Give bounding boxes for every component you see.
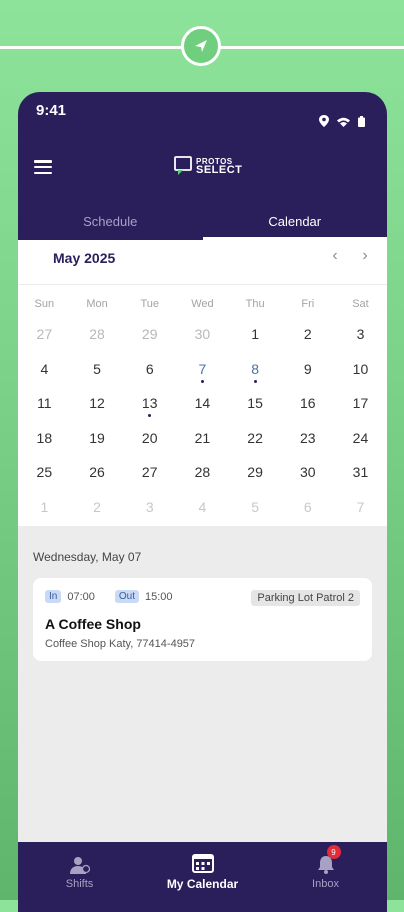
nav-shifts[interactable]: Shifts xyxy=(18,842,141,900)
calendar-week: 11 12 13 14 15 16 17 xyxy=(18,393,387,428)
logo-line-2: SELECT xyxy=(196,164,243,176)
inbox-badge: 9 xyxy=(326,845,341,859)
calendar-day[interactable]: 27 xyxy=(18,324,71,359)
month-nav: ‹ › xyxy=(325,246,375,266)
calendar-day[interactable]: 16 xyxy=(281,393,334,428)
calendar-day[interactable]: 30 xyxy=(176,324,229,359)
calendar-day[interactable]: 23 xyxy=(281,428,334,463)
calendar-day-with-event[interactable]: 7 xyxy=(176,359,229,394)
calendar-day[interactable]: 1 xyxy=(229,324,282,359)
status-time: 9:41 xyxy=(36,102,67,119)
hamburger-menu-icon[interactable] xyxy=(34,160,52,174)
app-header: PROTOS SELECT xyxy=(18,144,387,194)
weekday-label: Mon xyxy=(86,298,108,310)
shift-times: In 07:00 Out 15:00 xyxy=(45,590,173,603)
battery-icon xyxy=(358,114,365,132)
calendar-day[interactable]: 27 xyxy=(123,462,176,497)
in-tag: In xyxy=(45,590,62,603)
calendar-week: 4 5 6 7 8 9 10 xyxy=(18,359,387,394)
send-icon xyxy=(181,26,221,66)
agenda-date: Wednesday, May 07 xyxy=(33,550,142,564)
calendar-day[interactable]: 9 xyxy=(281,359,334,394)
weekday-header: Sun Mon Tue Wed Thu Fri Sat xyxy=(18,298,387,310)
event-dot xyxy=(200,379,204,383)
post-chip: Parking Lot Patrol 2 xyxy=(251,590,360,606)
calendar-grid: 27 28 29 30 1 2 3 4 5 6 7 8 9 10 11 12 1… xyxy=(18,324,387,531)
calendar-day[interactable]: 25 xyxy=(18,462,71,497)
day-number: 8 xyxy=(251,360,259,377)
weekday-label: Sun xyxy=(34,298,55,310)
calendar-day[interactable]: 21 xyxy=(176,428,229,463)
calendar-day[interactable]: 10 xyxy=(334,359,387,394)
tab-schedule[interactable]: Schedule xyxy=(18,204,203,240)
bottom-nav: Shifts My Calendar 9 Inbox xyxy=(18,842,387,900)
logo-mark-icon xyxy=(174,156,192,175)
event-dot xyxy=(253,379,257,383)
shift-card[interactable]: In 07:00 Out 15:00 Parking Lot Patrol 2 … xyxy=(33,578,372,661)
in-time: 07:00 xyxy=(67,590,95,603)
nav-inbox[interactable]: 9 Inbox xyxy=(264,842,387,900)
calendar-day[interactable]: 15 xyxy=(229,393,282,428)
calendar-day[interactable]: 5 xyxy=(71,359,124,394)
event-dot xyxy=(148,414,152,417)
calendar-day[interactable]: 24 xyxy=(334,428,387,463)
calendar-day[interactable]: 2 xyxy=(281,324,334,359)
calendar-week: 18 19 20 21 22 23 24 xyxy=(18,428,387,463)
nav-label: My Calendar xyxy=(166,877,239,891)
chevron-left-icon[interactable]: ‹ xyxy=(325,246,345,266)
bell-icon: 9 xyxy=(317,845,341,874)
weekday-label: Thu xyxy=(245,298,265,310)
tab-calendar[interactable]: Calendar xyxy=(202,204,388,240)
calendar-day[interactable]: 26 xyxy=(71,462,124,497)
calendar-week: 27 28 29 30 1 2 3 xyxy=(18,324,387,359)
month-title: May 2025 xyxy=(53,250,116,266)
day-number: 13 xyxy=(141,395,158,411)
brand-logo: PROTOS SELECT xyxy=(174,156,242,176)
calendar-day[interactable]: 22 xyxy=(229,428,282,463)
calendar-day[interactable]: 11 xyxy=(18,393,71,428)
calendar-day[interactable]: 30 xyxy=(281,462,334,497)
status-bar: 9:41 xyxy=(18,92,387,132)
calendar-day[interactable]: 12 xyxy=(71,393,124,428)
calendar-header: May 2025 ‹ › xyxy=(18,240,387,285)
weekday-label: Fri xyxy=(301,298,315,310)
site-address: Coffee Shop Katy, 77414-4957 xyxy=(45,638,196,650)
calendar-day[interactable]: 6 xyxy=(123,359,176,394)
calendar-day-with-event[interactable]: 8 xyxy=(229,359,282,394)
calendar-day[interactable]: 4 xyxy=(18,359,71,394)
calendar-day[interactable]: 29 xyxy=(229,462,282,497)
calendar-day[interactable]: 19 xyxy=(71,428,124,463)
site-name: A Coffee Shop xyxy=(45,616,141,632)
weekday-label: Wed xyxy=(191,298,214,310)
view-tabs: Schedule Calendar xyxy=(18,204,387,240)
calendar-week: 25 26 27 28 29 30 31 xyxy=(18,462,387,497)
calendar-day[interactable]: 29 xyxy=(123,324,176,359)
month-calendar: May 2025 ‹ › Sun Mon Tue Wed Thu Fri Sat… xyxy=(18,240,387,526)
nav-label: Inbox xyxy=(312,878,339,890)
calendar-day[interactable]: 17 xyxy=(334,393,387,428)
out-tag: Out xyxy=(114,590,139,603)
calendar-day[interactable]: 20 xyxy=(123,428,176,463)
chevron-right-icon[interactable]: › xyxy=(355,246,375,266)
location-icon xyxy=(319,114,329,132)
calendar-day[interactable]: 14 xyxy=(176,393,229,428)
shifts-icon xyxy=(69,852,90,874)
calendar-day[interactable]: 3 xyxy=(334,324,387,359)
day-number: 7 xyxy=(198,360,207,377)
calendar-day[interactable]: 31 xyxy=(334,462,387,497)
agenda-panel: Wednesday, May 07 In 07:00 Out 15:00 Par… xyxy=(18,526,387,842)
calendar-day-with-event[interactable]: 13 xyxy=(123,393,176,428)
nav-my-calendar[interactable]: My Calendar xyxy=(141,842,264,900)
nav-label: Shifts xyxy=(65,878,94,890)
calendar-day[interactable]: 28 xyxy=(176,462,229,497)
weekday-label: Sat xyxy=(352,298,369,310)
wifi-icon xyxy=(337,114,350,132)
out-time: 15:00 xyxy=(145,590,173,603)
weekday-label: Tue xyxy=(140,298,159,310)
calendar-day[interactable]: 28 xyxy=(71,324,124,359)
phone-screen: 9:41 PROTOS SELECT Schedule Calendar May… xyxy=(18,92,387,912)
status-icons xyxy=(319,114,365,132)
calendar-icon xyxy=(191,851,214,873)
calendar-day[interactable]: 18 xyxy=(18,428,71,463)
